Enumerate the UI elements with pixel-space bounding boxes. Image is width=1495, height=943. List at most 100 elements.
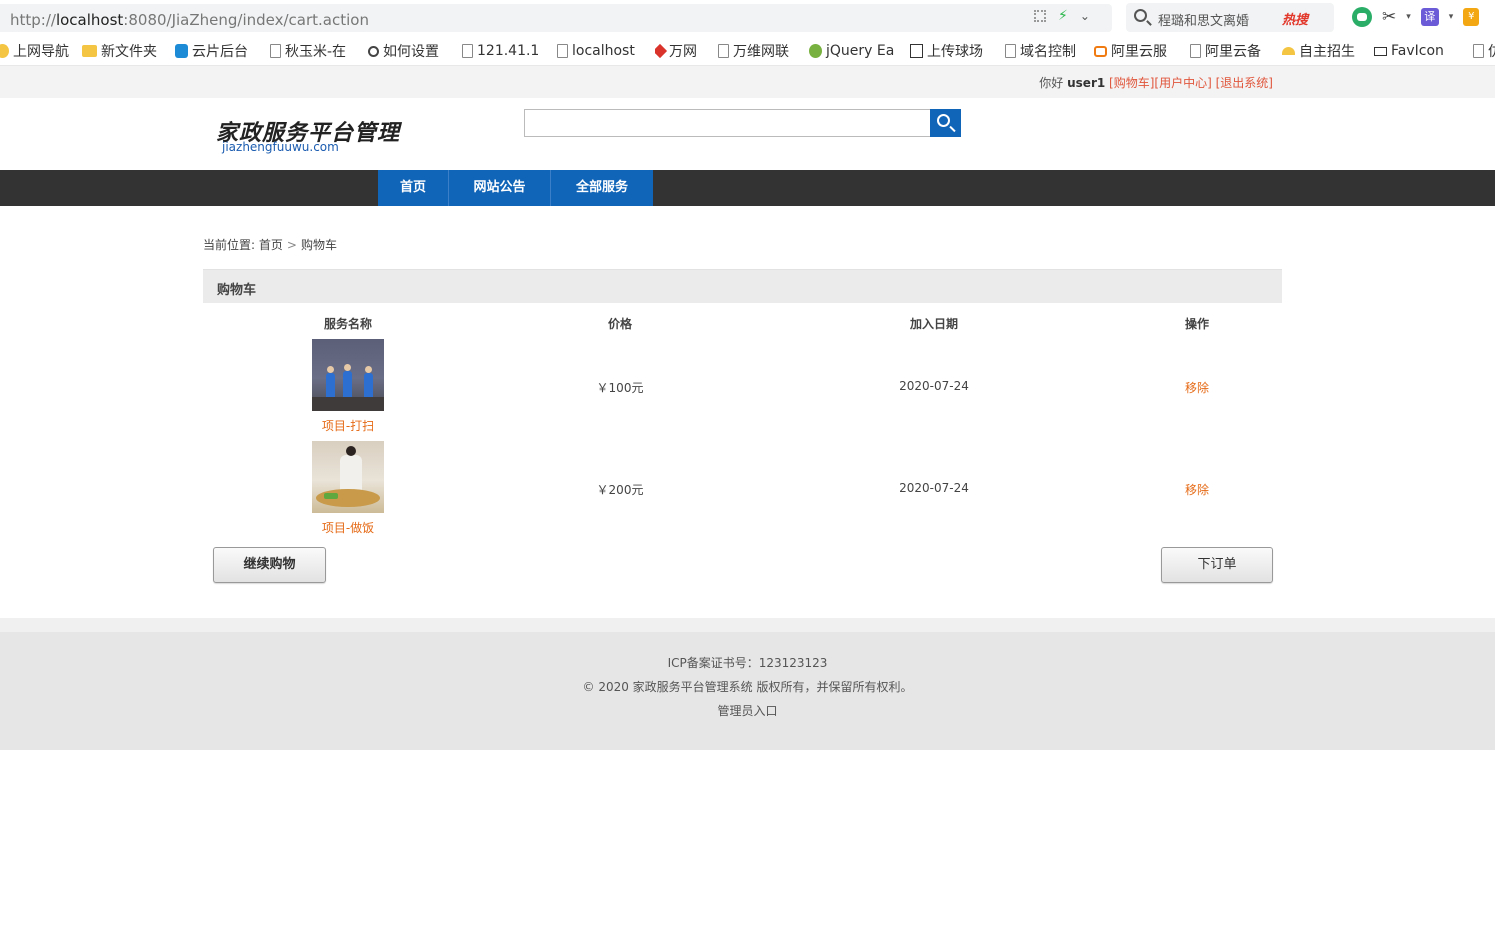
search-icon [1134,9,1147,22]
site-header: 家政服务平台管理 jiazhengfuuwu.com [0,98,1495,170]
address-url[interactable]: http://localhost:8080/JiaZheng/index/car… [10,11,369,29]
page-icon [462,44,473,58]
nav-group: 首页 网站公告 全部服务 [378,170,653,206]
user-center-link[interactable]: [用户中心] [1154,76,1211,90]
service-image-cleaning[interactable] [312,339,384,411]
main-nav: 首页 网站公告 全部服务 [0,170,1495,206]
bookmark-item[interactable]: 域名控制 [1005,41,1081,61]
bookmarks-bar: 上网导航 新文件夹 云片后台 秋玉米-在 如何设置 121.41.1 local… [0,36,1495,66]
browser-toolbar: http://localhost:8080/JiaZheng/index/car… [0,0,1495,36]
service-name-link[interactable]: 项目-做饭 [322,519,374,536]
site-search-input[interactable] [524,109,931,137]
cook-figure [340,446,362,491]
qr-code-icon[interactable] [1034,10,1046,22]
smile-icon [0,44,9,58]
bookmark-item[interactable]: 仿 [1473,41,1495,61]
admin-entry-link[interactable]: 管理员入口 [0,702,1495,719]
remove-link[interactable]: 移除 [1185,379,1209,396]
cloth-shape [324,493,338,499]
floor-shape [312,397,384,411]
logout-link[interactable]: [退出系统] [1216,76,1273,90]
bookmark-item[interactable]: 阿里云服 [1094,41,1176,61]
page-icon [270,44,281,58]
aliyun-icon [1094,45,1107,57]
image-icon [910,44,923,58]
remove-link[interactable]: 移除 [1185,481,1209,498]
extension-bar: ✂ ▾ 译 ▾ ¥ [1352,7,1480,27]
bookmark-item[interactable]: jQuery Ea [809,41,897,61]
swirl-icon [368,45,379,57]
bookmark-item[interactable]: 云片后台 [175,41,255,61]
worker-figure [343,364,352,399]
site-footer: ICP备案证书号：123123123 © 2020 家政服务平台管理系统 版权所… [0,618,1495,750]
page-icon [1473,44,1484,58]
cart-link[interactable]: [购物车] [1109,76,1154,90]
date-cell: 2020-07-24 [899,481,969,495]
bookmark-item[interactable]: FavIcon [1374,41,1460,61]
bookmark-item[interactable]: 自主招生 [1282,41,1362,61]
search-icon [937,114,950,127]
wanwang-icon [655,43,668,59]
bookmark-item[interactable]: 上网导航 [0,41,74,61]
bookmark-item[interactable]: 万网 [655,41,707,61]
service-name-link[interactable]: 项目-打扫 [322,417,374,434]
breadcrumb-separator: > [286,238,297,252]
date-cell: 2020-07-24 [899,379,969,393]
bookmark-item[interactable]: 121.41.1 [462,41,542,61]
scissors-icon[interactable]: ✂ [1382,7,1396,27]
bookmark-item[interactable]: 阿里云备 [1190,41,1270,61]
caret-down-icon[interactable]: ▾ [1449,12,1454,22]
caret-down-icon[interactable]: ▾ [1406,12,1411,22]
column-header-action: 操作 [1184,317,1210,331]
copyright-text: © 2020 家政服务平台管理系统 版权所有，并保留所有权利。 [582,680,913,694]
nav-announcements[interactable]: 网站公告 [449,170,551,206]
service-image-cooking[interactable] [312,441,384,513]
cloud-icon [175,44,188,58]
breadcrumb: 当前位置: 首页 > 购物车 [203,236,337,253]
price-cell: ￥200元 [596,483,644,497]
continue-shopping-button[interactable]: 继续购物 [213,547,326,583]
hot-search-badge: 热搜 [1282,13,1309,28]
page-icon [1005,44,1016,58]
chevron-down-icon[interactable]: ⌄ [1080,9,1090,23]
favicon-icon [1374,46,1387,56]
price-cell: ￥100元 [596,381,644,395]
breadcrumb-current: 购物车 [300,238,337,252]
cart-title: 购物车 [217,283,257,298]
column-header-service: 服务名称 [323,317,373,331]
address-bar[interactable]: http://localhost:8080/JiaZheng/index/car… [0,4,1112,32]
bookmark-item[interactable]: 万维网联 [718,41,796,61]
greeting-text: 你好 [1039,76,1064,90]
lightning-icon[interactable]: ⚡ [1058,9,1068,23]
bookmark-item[interactable]: 上传球场 [910,41,992,61]
page-icon [557,44,568,58]
wechat-icon[interactable] [1352,7,1372,27]
browser-search-text: 程璐和思文离婚 [1158,14,1250,29]
page-icon [1190,44,1201,58]
translate-icon[interactable]: 译 [1420,8,1439,26]
cart-panel-header: 购物车 [203,269,1282,303]
bookmark-item[interactable]: localhost [557,41,641,61]
place-order-button[interactable]: 下订单 [1161,547,1273,583]
page-icon [718,44,729,58]
browser-search-box[interactable]: 程璐和思文离婚 热搜 [1126,3,1334,32]
jquery-icon [809,44,822,58]
breadcrumb-prefix: 当前位置: [203,238,256,252]
nav-home[interactable]: 首页 [378,170,449,206]
site-topbar: 你好 user1 [购物车][用户中心] [退出系统] [0,66,1495,98]
site-logo-domain: jiazhengfuuwu.com [222,140,339,154]
address-bar-actions: ⚡ ⌄ [1034,9,1090,23]
column-header-date: 加入日期 [909,317,959,331]
user-info: 你好 user1 [购物车][用户中心] [退出系统] [1039,74,1273,91]
icp-text: ICP备案证书号：123123123 [667,656,828,670]
folder-icon [82,45,97,57]
breadcrumb-home[interactable]: 首页 [259,238,283,252]
yen-extension-icon[interactable]: ¥ [1463,8,1480,26]
bookmark-item[interactable]: 如何设置 [368,41,448,61]
site-search-button[interactable] [930,109,961,137]
nav-all-services[interactable]: 全部服务 [551,170,653,206]
sun-icon [1282,47,1295,55]
column-header-price: 价格 [607,317,633,331]
bookmark-item[interactable]: 新文件夹 [82,41,166,61]
bookmark-item[interactable]: 秋玉米-在 [270,41,354,61]
